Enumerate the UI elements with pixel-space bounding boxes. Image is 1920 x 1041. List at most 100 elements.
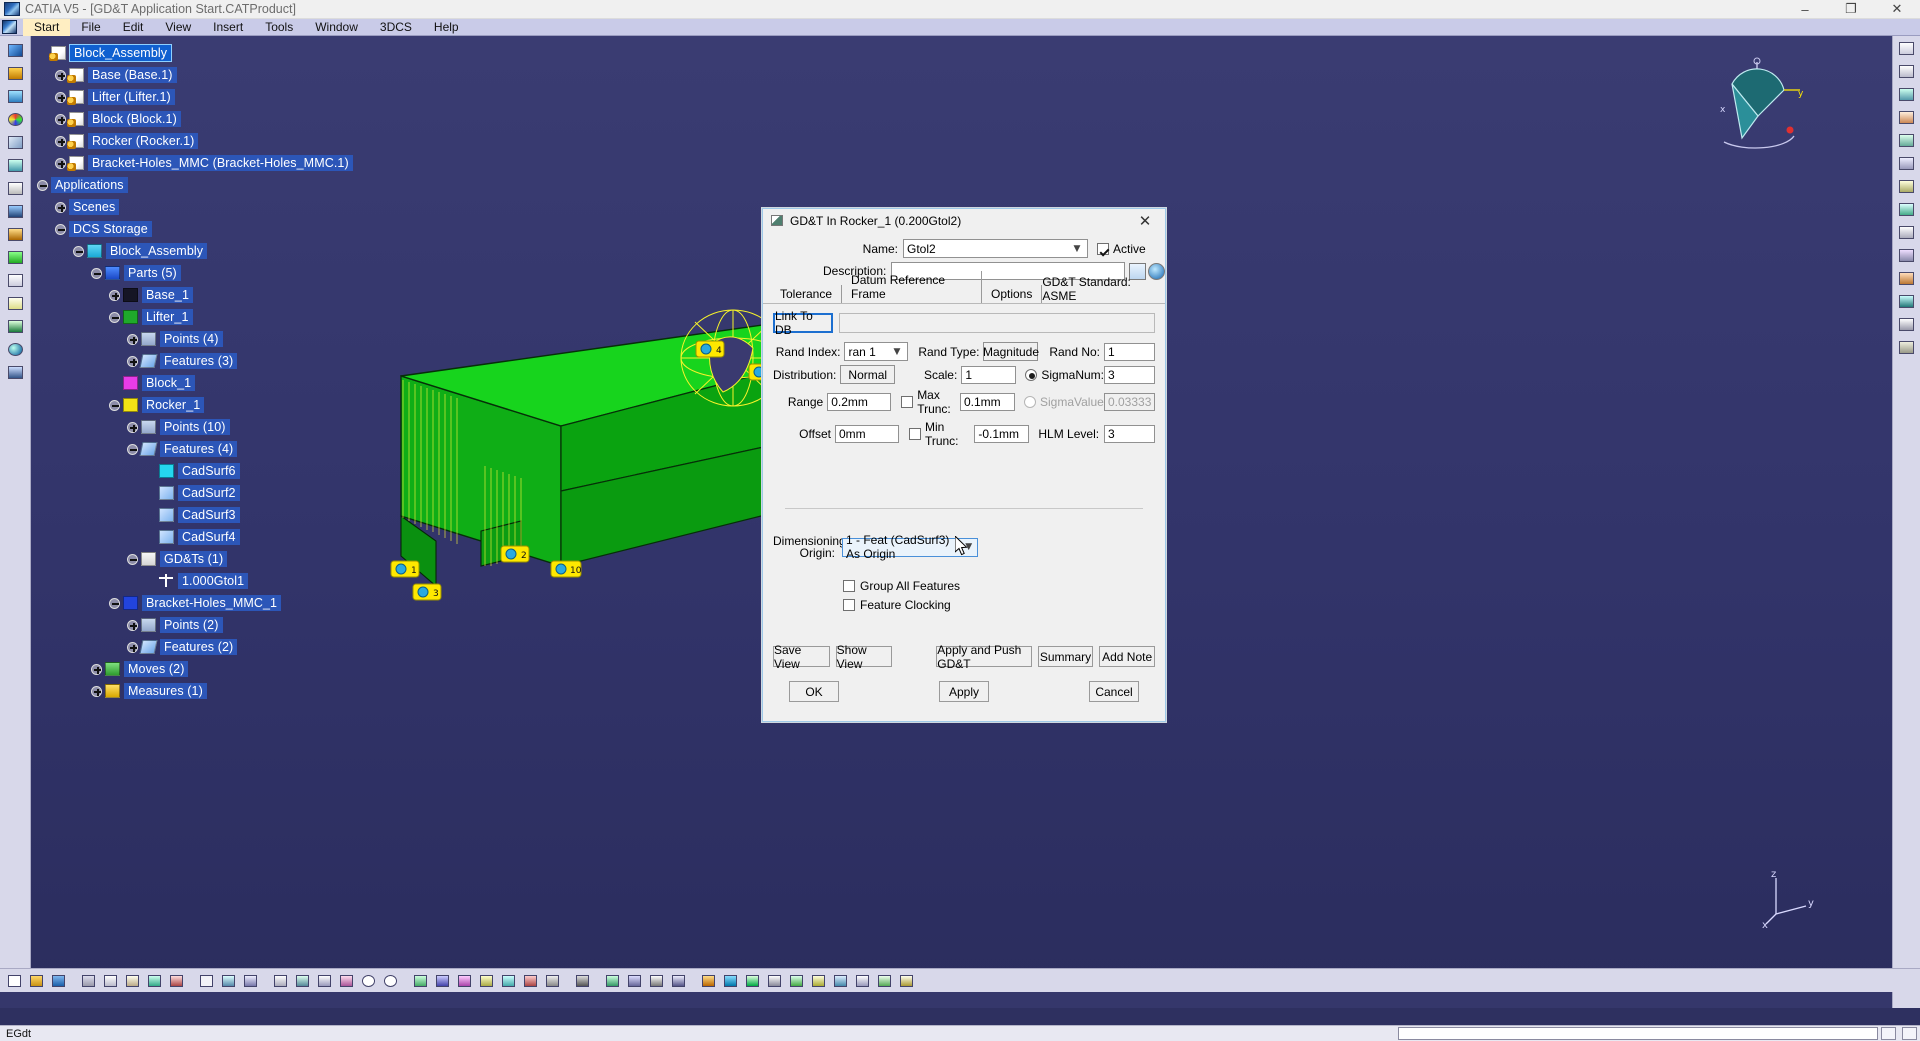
tab-datum-reference-frame[interactable]: Datum Reference Frame <box>842 271 982 303</box>
scale-input[interactable] <box>961 365 1017 384</box>
view-back-icon[interactable] <box>476 971 496 990</box>
menu-item-help[interactable]: Help <box>423 19 470 36</box>
tree-expand-icon[interactable] <box>91 663 102 675</box>
tree-node[interactable]: DCS Storage <box>37 218 467 240</box>
close-button[interactable]: ✕ <box>1874 0 1920 18</box>
tool-render-icon[interactable] <box>1896 291 1918 311</box>
tool-chart-icon[interactable] <box>4 293 26 313</box>
menu-item-tools[interactable]: Tools <box>254 19 304 36</box>
menu-item-3dcs[interactable]: 3DCS <box>369 19 423 36</box>
add-note-button[interactable]: Add Note <box>1099 646 1155 667</box>
tree-node[interactable]: Measures (1) <box>37 680 467 702</box>
tool-library-icon[interactable] <box>1896 337 1918 357</box>
tool-constraint-icon[interactable] <box>1896 176 1918 196</box>
rand-type-button[interactable]: Magnitude <box>983 342 1039 361</box>
tool-check-icon[interactable] <box>4 247 26 267</box>
tree-expand-icon[interactable] <box>55 91 66 103</box>
view-top-icon[interactable] <box>542 971 562 990</box>
save-icon[interactable] <box>48 971 68 990</box>
cut-icon[interactable] <box>78 971 98 990</box>
active-checkbox[interactable] <box>1097 242 1109 255</box>
tree-expand-icon[interactable] <box>127 619 138 631</box>
dcs-export-icon[interactable] <box>896 971 916 990</box>
dcs-model-icon[interactable] <box>698 971 718 990</box>
menu-item-file[interactable]: File <box>70 19 111 36</box>
dcs-move-icon[interactable] <box>786 971 806 990</box>
grid-view-icon[interactable] <box>270 971 290 990</box>
tree-expand-icon[interactable] <box>91 685 102 697</box>
tree-node[interactable]: Lifter (Lifter.1) <box>37 86 467 108</box>
view-compass[interactable]: x y <box>1702 56 1812 166</box>
fit-all-icon[interactable] <box>292 971 312 990</box>
tool-pointer-icon[interactable] <box>1896 61 1918 81</box>
tree-node[interactable]: Rocker (Rocker.1) <box>37 130 467 152</box>
custom-view-icon[interactable] <box>668 971 688 990</box>
tool-pattern-icon[interactable] <box>1896 153 1918 173</box>
tree-collapse-icon[interactable] <box>73 245 84 257</box>
save-view-button[interactable]: Save View <box>773 643 830 671</box>
apply-button[interactable]: Apply <box>939 681 989 702</box>
view-iso-icon[interactable] <box>432 971 452 990</box>
link-to-db-button[interactable]: Link To DB <box>773 309 833 337</box>
dcs-simulate-icon[interactable] <box>830 971 850 990</box>
tree-collapse-icon[interactable] <box>55 223 66 235</box>
status-icon-2[interactable] <box>1902 1027 1917 1040</box>
rand-no-input[interactable] <box>1104 342 1156 361</box>
view-front-icon[interactable] <box>454 971 474 990</box>
tree-node[interactable]: Block (Block.1) <box>37 108 467 130</box>
chevron-down-icon[interactable]: ▼ <box>890 347 904 357</box>
view-right-icon[interactable] <box>520 971 540 990</box>
group-all-features-checkbox[interactable] <box>843 580 855 592</box>
tool-pin-icon[interactable] <box>4 224 26 244</box>
tree-expand-icon[interactable] <box>55 201 66 213</box>
tree-collapse-icon[interactable] <box>109 399 120 411</box>
copy-icon[interactable] <box>100 971 120 990</box>
tree-collapse-icon[interactable] <box>127 443 138 455</box>
min-trunc-input[interactable] <box>974 425 1030 443</box>
sigma-value-radio[interactable] <box>1024 396 1036 408</box>
apply-and-push-gdt-button[interactable]: Apply and Push GD&T <box>936 643 1032 671</box>
tree-node[interactable]: Block_Assembly <box>37 240 467 262</box>
tool-sketch-icon[interactable] <box>1896 107 1918 127</box>
tool-apply-material-icon[interactable] <box>1896 268 1918 288</box>
open-file-icon[interactable] <box>26 971 46 990</box>
tree-collapse-icon[interactable] <box>91 267 102 279</box>
gdt-dialog[interactable]: GD&T In Rocker_1 (0.200Gtol2) ✕ Name: Gt… <box>762 208 1166 722</box>
dcs-measure-icon[interactable] <box>808 971 828 990</box>
tree-collapse-icon[interactable] <box>109 311 120 323</box>
tab-options[interactable]: Options <box>982 285 1043 303</box>
tree-node[interactable]: Scenes <box>37 196 467 218</box>
measure-item-icon[interactable] <box>218 971 238 990</box>
tree-collapse-icon[interactable] <box>37 179 48 191</box>
max-trunc-input[interactable] <box>960 393 1015 411</box>
camera-icon[interactable] <box>572 971 592 990</box>
rand-index-combobox[interactable]: ran 1 ▼ <box>844 342 908 361</box>
offset-input[interactable] <box>834 425 899 443</box>
tool-nodes-icon[interactable] <box>4 362 26 382</box>
undo-icon[interactable] <box>144 971 164 990</box>
sigma-num-radio[interactable] <box>1025 368 1038 381</box>
view-left-icon[interactable] <box>498 971 518 990</box>
tool-wand-icon[interactable] <box>4 155 26 175</box>
wireframe-icon[interactable] <box>624 971 644 990</box>
show-view-button[interactable]: Show View <box>835 643 893 671</box>
status-input[interactable] <box>1398 1027 1878 1040</box>
tree-node[interactable]: Block_Assembly <box>37 42 467 64</box>
tree-node[interactable]: Base (Base.1) <box>37 64 467 86</box>
redo-icon[interactable] <box>166 971 186 990</box>
tool-layers-icon[interactable] <box>4 178 26 198</box>
zoom-out-icon[interactable] <box>380 971 400 990</box>
tree-expand-icon[interactable] <box>127 641 138 653</box>
paste-icon[interactable] <box>122 971 142 990</box>
maximize-button[interactable]: ❐ <box>1828 0 1874 18</box>
tool-excel-icon[interactable] <box>4 316 26 336</box>
distribution-button[interactable]: Normal <box>840 365 896 384</box>
zoom-in-icon[interactable] <box>358 971 378 990</box>
tool-grid-icon[interactable] <box>4 63 26 83</box>
tool-move-icon[interactable] <box>4 270 26 290</box>
tree-collapse-icon[interactable] <box>127 553 138 565</box>
menu-item-start[interactable]: Start <box>23 18 71 36</box>
tree-expand-icon[interactable] <box>127 421 138 433</box>
tree-node[interactable]: Applications <box>37 174 467 196</box>
view-normal-icon[interactable] <box>410 971 430 990</box>
